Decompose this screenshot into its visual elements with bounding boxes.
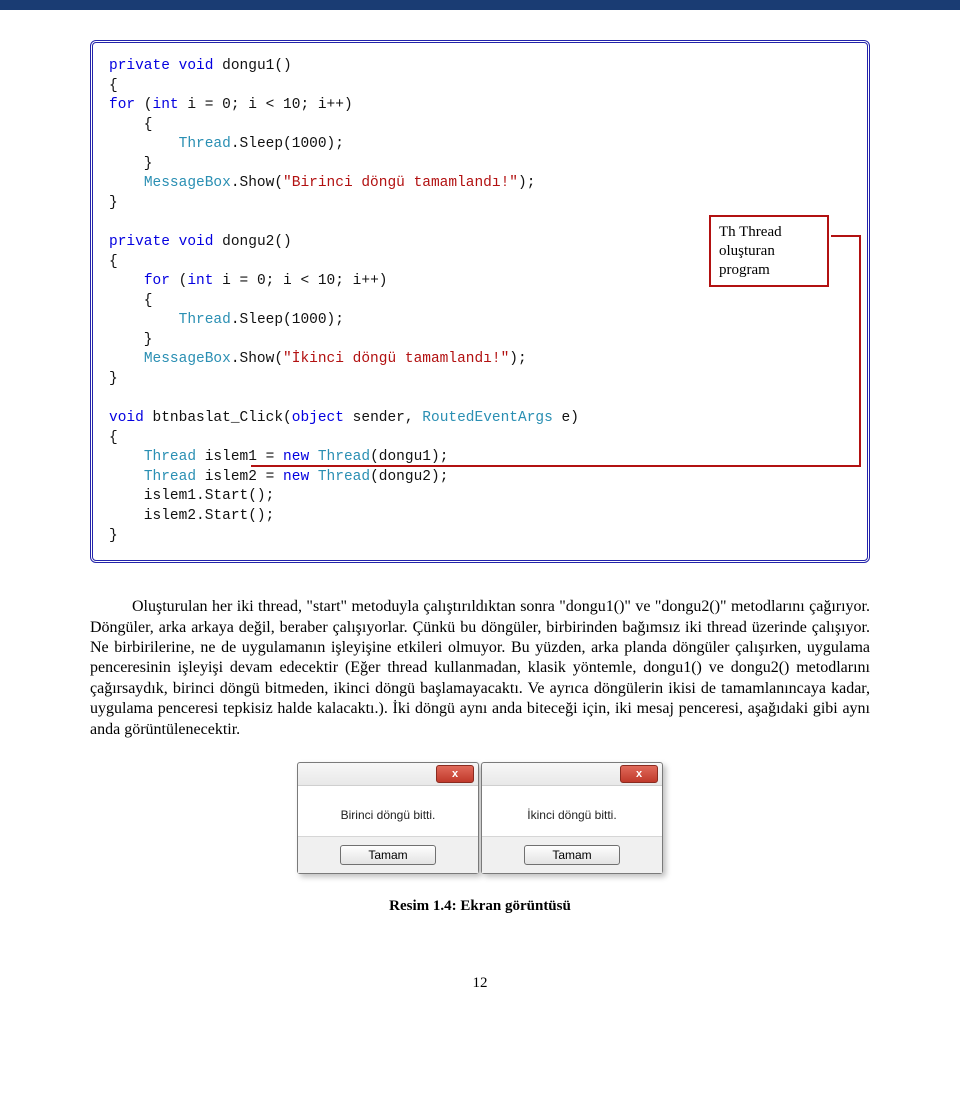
code-token: Thread [318, 449, 370, 465]
code-token: dongu1() [213, 58, 291, 74]
callout-connector [251, 465, 861, 467]
code-token: "İkinci döngü tamamlandı!" [283, 351, 509, 367]
code-token: RoutedEventArgs [422, 410, 553, 426]
code-token: .Show( [231, 175, 283, 191]
code-token: void [179, 58, 214, 74]
code-token: i = 0; i < 10; i++) [213, 273, 387, 289]
code-token: islem1.Start(); [109, 488, 274, 504]
code-token: .Sleep(1000); [231, 136, 344, 152]
messagebox-right: x İkinci döngü bitti. Tamam [481, 762, 663, 874]
code-token: } [109, 195, 118, 211]
code-token: ); [509, 351, 526, 367]
code-token: { [109, 78, 118, 94]
messagebox-footer: Tamam [298, 836, 478, 873]
close-icon: x [636, 769, 642, 780]
code-token: } [109, 156, 153, 172]
code-token: Thread [144, 469, 196, 485]
code-token: int [153, 97, 179, 113]
code-token: MessageBox [144, 175, 231, 191]
code-token: islem2 = [196, 469, 283, 485]
code-token: int [187, 273, 213, 289]
callout-line: oluşturan [719, 243, 775, 259]
code-token [109, 469, 144, 485]
paragraph-text: Oluşturulan her iki thread, "start" meto… [90, 598, 870, 738]
code-token [309, 449, 318, 465]
code-token: Thread [144, 449, 196, 465]
code-token [109, 449, 144, 465]
code-token: } [109, 332, 153, 348]
code-token: i = 0; i < 10; i++) [179, 97, 353, 113]
code-token [109, 136, 179, 152]
code-token: void [179, 234, 214, 250]
callout-connector [859, 235, 861, 465]
code-token [109, 175, 144, 191]
messagebox-content: Birinci döngü bitti. [298, 786, 478, 836]
code-token: islem1 = [196, 449, 283, 465]
top-band [0, 0, 960, 10]
code-token: Thread [318, 469, 370, 485]
page-content: Th Thread oluşturan program private void… [0, 10, 960, 1032]
callout-line: Th Thread [719, 224, 782, 240]
code-token: private [109, 234, 170, 250]
code-token: .Show( [231, 351, 283, 367]
page-number: 12 [90, 975, 870, 992]
titlebar: x [482, 763, 662, 786]
messagebox-content: İkinci döngü bitti. [482, 786, 662, 836]
code-token: .Sleep(1000); [231, 312, 344, 328]
code-token [309, 469, 318, 485]
code-token: sender, [344, 410, 422, 426]
code-listing-box: Th Thread oluşturan program private void… [90, 40, 870, 563]
code-token: (dongu1); [370, 449, 448, 465]
code-token: { [109, 254, 118, 270]
code-token: MessageBox [144, 351, 231, 367]
code-token: Thread [179, 136, 231, 152]
code-token [109, 312, 179, 328]
code-token: { [109, 117, 153, 133]
code-token: islem2.Start(); [109, 508, 274, 524]
close-button[interactable]: x [436, 765, 474, 783]
dialogs-row: x Birinci döngü bitti. Tamam x İkinci dö… [90, 762, 870, 874]
figure-caption: Resim 1.4: Ekran görüntüsü [90, 898, 870, 915]
callout-connector [831, 235, 859, 237]
ok-button[interactable]: Tamam [524, 845, 620, 865]
code-token: } [109, 371, 118, 387]
code-token: btnbaslat_Click( [144, 410, 292, 426]
code-token: new [283, 449, 309, 465]
code-token: object [292, 410, 344, 426]
close-icon: x [452, 769, 458, 780]
code-token [109, 273, 144, 289]
close-button[interactable]: x [620, 765, 658, 783]
code-token: ( [170, 273, 187, 289]
code-token: } [109, 528, 118, 544]
code-token: for [109, 97, 135, 113]
ok-button[interactable]: Tamam [340, 845, 436, 865]
code-token: { [109, 430, 118, 446]
titlebar: x [298, 763, 478, 786]
body-paragraph: Oluşturulan her iki thread, "start" meto… [90, 597, 870, 740]
code-token: new [283, 469, 309, 485]
callout-box: Th Thread oluşturan program [709, 215, 829, 287]
code-token: for [144, 273, 170, 289]
code-token: ( [135, 97, 152, 113]
code-listing: private void dongu1() { for (int i = 0; … [109, 57, 851, 546]
code-token: { [109, 293, 153, 309]
callout-line: program [719, 262, 770, 278]
code-token: "Birinci döngü tamamlandı!" [283, 175, 518, 191]
messagebox-left: x Birinci döngü bitti. Tamam [297, 762, 479, 874]
code-token: void [109, 410, 144, 426]
messagebox-footer: Tamam [482, 836, 662, 873]
code-token: Thread [179, 312, 231, 328]
code-token: dongu2() [213, 234, 291, 250]
code-token: private [109, 58, 170, 74]
code-token [109, 351, 144, 367]
code-token: e) [553, 410, 579, 426]
code-token: (dongu2); [370, 469, 448, 485]
code-token: ); [518, 175, 535, 191]
